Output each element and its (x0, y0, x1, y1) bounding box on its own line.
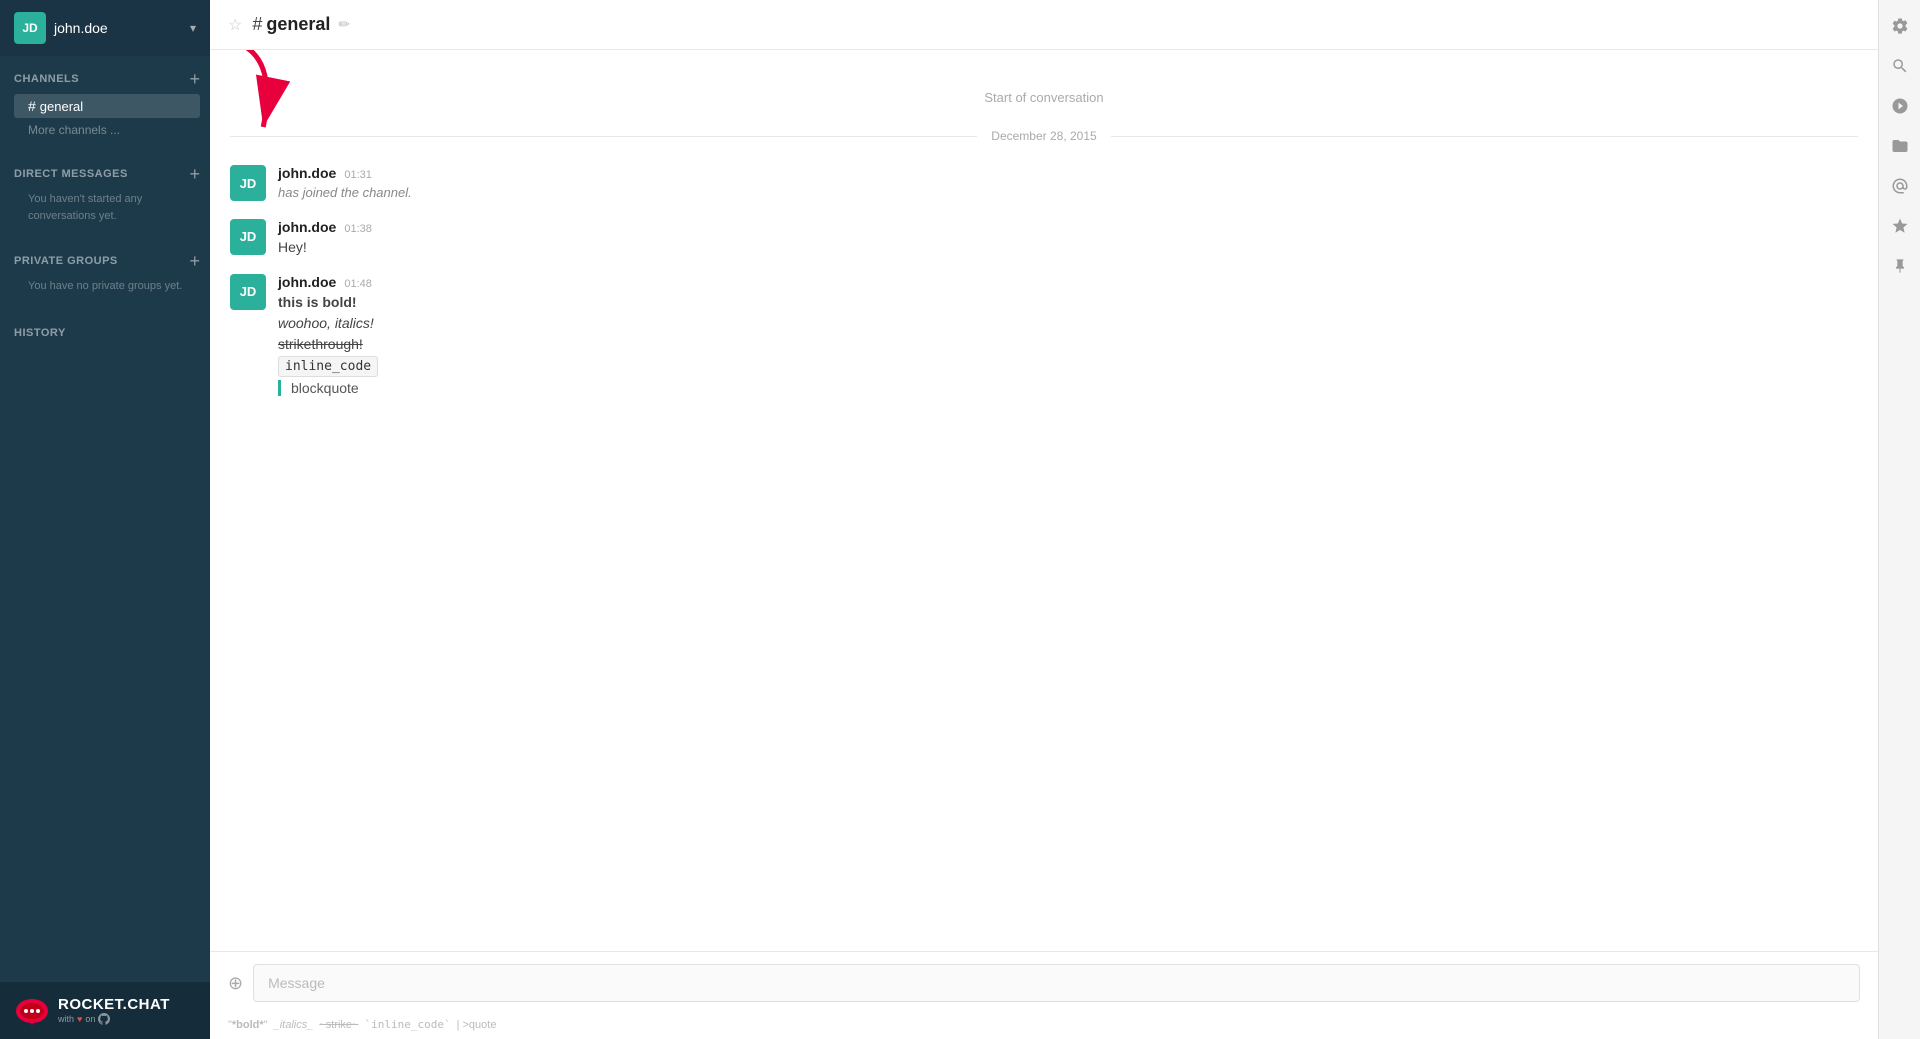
message-text: has joined the channel. (278, 183, 1858, 203)
add-channel-button[interactable]: + (189, 70, 200, 88)
right-icon-bar (1878, 0, 1920, 1039)
message-input[interactable] (253, 964, 1860, 1002)
message-content: john.doe 01:38 Hey! (278, 219, 1858, 258)
message-header: john.doe 01:48 (278, 274, 1858, 290)
message-time: 01:48 (344, 278, 372, 290)
groups-label: PRIVATE GROUPS (14, 255, 118, 267)
sidebar: JD john.doe ▾ CHANNELS + # general More … (0, 0, 210, 1039)
message-blockquote: blockquote (278, 380, 1858, 396)
channel-hash-icon: # (252, 14, 262, 35)
message-time: 01:38 (344, 223, 372, 235)
integration-icon[interactable] (1882, 88, 1918, 124)
edit-icon[interactable]: ✏ (338, 16, 350, 33)
add-dm-button[interactable]: + (189, 165, 200, 183)
dm-header: DIRECT MESSAGES + (14, 165, 200, 183)
hash-icon: # (28, 98, 36, 114)
rocket-chat-logo-icon (14, 997, 50, 1025)
files-icon[interactable] (1882, 128, 1918, 164)
divider-line-left (230, 136, 977, 137)
format-hints: "*bold*" _italics_ ~strike~ `inline_code… (210, 1014, 1878, 1039)
groups-empty-text: You have no private groups yet. (14, 276, 200, 303)
message-content: john.doe 01:31 has joined the channel. (278, 165, 1858, 203)
strike-hint: ~strike~ (319, 1019, 358, 1031)
pinned-icon[interactable] (1882, 248, 1918, 284)
dm-label: DIRECT MESSAGES (14, 168, 128, 180)
user-header[interactable]: JD john.doe ▾ (0, 0, 210, 56)
message-header: john.doe 01:31 (278, 165, 1858, 181)
mentions-icon[interactable] (1882, 168, 1918, 204)
search-icon[interactable] (1882, 48, 1918, 84)
message-author: john.doe (278, 165, 336, 181)
channels-section: CHANNELS + # general More channels ... (0, 56, 210, 151)
message-row: JD john.doe 01:31 has joined the channel… (210, 157, 1878, 211)
message-text-italic: woohoo, italics! (278, 313, 1858, 334)
conversation-start: Start of conversation (210, 70, 1878, 115)
add-group-button[interactable]: + (189, 252, 200, 270)
divider-line-right (1111, 136, 1858, 137)
branding: ROCKET.CHAT with ♥ on (0, 982, 210, 1039)
message-text-strike: strikethrough! (278, 334, 1858, 355)
avatar: JD (230, 274, 266, 310)
channel-general-label: general (40, 99, 83, 114)
message-author: john.doe (278, 274, 336, 290)
message-input-area: ⊕ (210, 951, 1878, 1014)
quote-hint: | >quote (457, 1019, 497, 1031)
username: john.doe (54, 20, 190, 36)
channel-title: general (266, 14, 330, 35)
chevron-down-icon: ▾ (190, 21, 196, 35)
message-text-code: inline_code (278, 355, 1858, 377)
chat-header: ☆ # general ✏ (210, 0, 1878, 50)
bold-hint: "*bold*" (228, 1019, 268, 1031)
more-channels-link[interactable]: More channels ... (28, 123, 120, 137)
main-area: ☆ # general ✏ Start of conversation Dece (210, 0, 1878, 1039)
brand-name: ROCKET.CHAT (58, 996, 170, 1013)
upload-icon[interactable]: ⊕ (228, 973, 243, 994)
github-icon (98, 1013, 110, 1025)
italic-hint: _italics_ (274, 1019, 314, 1031)
avatar: JD (14, 12, 46, 44)
dm-empty-text: You haven't started any conversations ye… (14, 189, 200, 232)
direct-messages-section: DIRECT MESSAGES + You haven't started an… (0, 151, 210, 238)
groups-header: PRIVATE GROUPS + (14, 252, 200, 270)
message-header: john.doe 01:38 (278, 219, 1858, 235)
channels-label: CHANNELS (14, 73, 79, 85)
message-text: Hey! (278, 237, 1858, 258)
date-divider: December 28, 2015 (210, 119, 1878, 153)
message-text-bold: this is bold! (278, 292, 1858, 313)
favorite-icon[interactable]: ☆ (228, 15, 242, 35)
starred-icon[interactable] (1882, 208, 1918, 244)
message-row: JD john.doe 01:48 this is bold! woohoo, … (210, 266, 1878, 405)
channels-header: CHANNELS + (14, 70, 200, 88)
message-content: john.doe 01:48 this is bold! woohoo, ita… (278, 274, 1858, 397)
history-section: HISTORY (0, 309, 210, 347)
avatar: JD (230, 165, 266, 201)
messages-area[interactable]: Start of conversation December 28, 2015 … (210, 50, 1878, 951)
message-time: 01:31 (344, 169, 372, 181)
avatar: JD (230, 219, 266, 255)
private-groups-section: PRIVATE GROUPS + You have no private gro… (0, 238, 210, 309)
code-hint: `inline_code` (364, 1018, 450, 1031)
brand-subtitle: with ♥ on (58, 1013, 170, 1025)
history-label[interactable]: HISTORY (14, 327, 66, 339)
settings-icon[interactable] (1882, 8, 1918, 44)
message-author: john.doe (278, 219, 336, 235)
message-row: JD john.doe 01:38 Hey! (210, 211, 1878, 266)
date-label: December 28, 2015 (977, 129, 1110, 143)
sidebar-item-general[interactable]: # general (14, 94, 200, 118)
